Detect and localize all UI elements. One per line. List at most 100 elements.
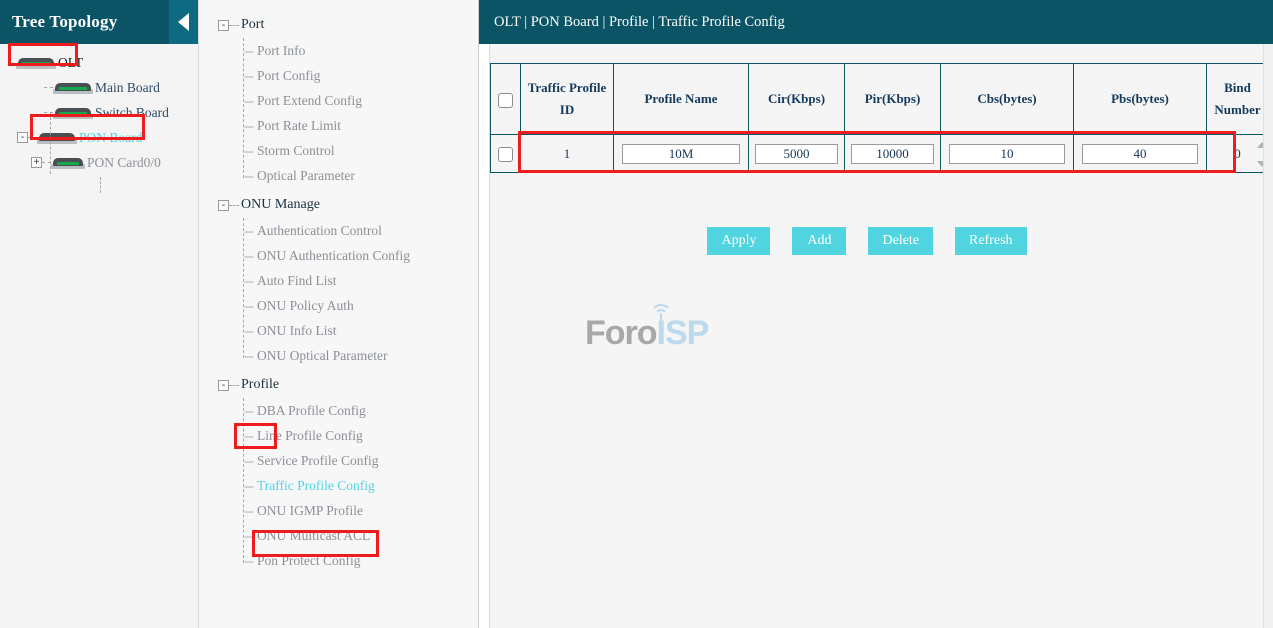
menu-item-label[interactable]: Line Profile Config xyxy=(257,428,363,444)
select-all-checkbox[interactable] xyxy=(498,93,513,108)
menu-item-pon-protect-config[interactable]: --- Pon Protect Config xyxy=(199,548,478,573)
menu-item-label[interactable]: Port Rate Limit xyxy=(257,118,341,134)
menu-item-onu-authentication-config[interactable]: --- ONU Authentication Config xyxy=(199,243,478,268)
menu-group-onu-manage: - ONU Manage --- Authentication Control … xyxy=(199,192,478,368)
tree-node-pon-board[interactable]: - PON Board xyxy=(0,125,198,150)
table-header-traffic-profile-id: Traffic Profile ID xyxy=(521,64,614,135)
menu-item-authentication-control[interactable]: --- Authentication Control xyxy=(199,218,478,243)
cell-cir xyxy=(749,135,845,173)
menu-item-label[interactable]: ONU Optical Parameter xyxy=(257,348,387,364)
content-body: Traffic Profile ID Profile Name Cir(Kbps… xyxy=(489,44,1273,628)
menu-item-label[interactable]: DBA Profile Config xyxy=(257,403,366,419)
menu-item-label[interactable]: ONU Info List xyxy=(257,323,337,339)
menu-item-service-profile-config[interactable]: --- Service Profile Config xyxy=(199,448,478,473)
table-header-bind-number: Bind Number xyxy=(1207,64,1269,135)
tree-branch-dash xyxy=(44,112,53,113)
cell-traffic-profile-id: 1 xyxy=(521,135,614,173)
menu-item-label[interactable]: Port Extend Config xyxy=(257,93,362,109)
tree-node-label: OLT xyxy=(57,55,83,71)
menu-item-storm-control[interactable]: --- Storm Control xyxy=(199,138,478,163)
menu-group-header-profile[interactable]: - Profile xyxy=(199,372,478,398)
collapse-sidebar-button[interactable] xyxy=(169,0,198,44)
cir-input[interactable] xyxy=(755,144,839,164)
menu-item-label[interactable]: ONU Authentication Config xyxy=(257,248,410,264)
menu-leaf-dash: --- xyxy=(244,94,253,108)
menu-leaf-dash: --- xyxy=(244,119,253,133)
menu-item-label[interactable]: Service Profile Config xyxy=(257,453,378,469)
menu-item-label[interactable]: Storm Control xyxy=(257,143,335,159)
tree-branch-dash xyxy=(28,137,37,138)
menu-item-onu-igmp-profile[interactable]: --- ONU IGMP Profile xyxy=(199,498,478,523)
menu-item-label[interactable]: Authentication Control xyxy=(257,223,382,239)
menu-item-label[interactable]: Port Config xyxy=(257,68,320,84)
menu-toggle-minus-icon[interactable]: - xyxy=(218,200,229,211)
menu-toggle-minus-icon[interactable]: - xyxy=(218,20,229,31)
menu-item-port-rate-limit[interactable]: --- Port Rate Limit xyxy=(199,113,478,138)
row-select-cell xyxy=(491,135,521,173)
pir-input[interactable] xyxy=(851,144,935,164)
menu-item-line-profile-config[interactable]: --- Line Profile Config xyxy=(199,423,478,448)
menu-leaf-dash: --- xyxy=(244,504,253,518)
menu-group-label: Port xyxy=(239,17,264,33)
menu-group-header-onu-manage[interactable]: - ONU Manage xyxy=(199,192,478,218)
tree-toggle-plus-icon[interactable]: + xyxy=(31,157,42,168)
menu-item-label[interactable]: Optical Parameter xyxy=(257,168,355,184)
breadcrumb-header: OLT | PON Board | Profile | Traffic Prof… xyxy=(479,0,1273,44)
menu-leaf-dash: --- xyxy=(244,299,253,313)
menu-item-port-config[interactable]: --- Port Config xyxy=(199,63,478,88)
menu-item-optical-parameter[interactable]: --- Optical Parameter xyxy=(199,163,478,188)
tree-connector-line xyxy=(100,177,101,193)
menu-leaf-dash: --- xyxy=(244,324,253,338)
menu-branch-dash xyxy=(229,25,239,26)
row-checkbox[interactable] xyxy=(498,147,513,162)
tree-node-switch-board[interactable]: Switch Board xyxy=(0,100,198,125)
menu-toggle-minus-icon[interactable]: - xyxy=(218,380,229,391)
menu-group-profile: - Profile --- DBA Profile Config --- Lin… xyxy=(199,372,478,573)
tree-node-pon-card[interactable]: + PON Card0/0 xyxy=(0,150,198,175)
device-board-icon xyxy=(16,56,56,69)
watermark-foro: Foro xyxy=(585,314,657,352)
menu-item-auto-find-list[interactable]: --- Auto Find List xyxy=(199,268,478,293)
table-header-row: Traffic Profile ID Profile Name Cir(Kbps… xyxy=(491,64,1269,135)
cbs-input[interactable] xyxy=(949,144,1065,164)
table-header-pbs: Pbs(bytes) xyxy=(1074,64,1207,135)
menu-item-label[interactable]: Port Info xyxy=(257,43,305,59)
menu-leaf-dash: --- xyxy=(244,69,253,83)
menu-item-traffic-profile-config[interactable]: --- Traffic Profile Config xyxy=(199,473,478,498)
tree-node-label: Switch Board xyxy=(94,105,169,121)
menu-item-label[interactable]: ONU IGMP Profile xyxy=(257,503,363,519)
menu-item-label[interactable]: Auto Find List xyxy=(257,273,337,289)
tree-topology-panel: Tree Topology OLT Main Bo xyxy=(0,0,199,628)
page-scrollbar[interactable] xyxy=(1263,44,1273,628)
menu-group-label: ONU Manage xyxy=(239,197,320,213)
menu-item-onu-policy-auth[interactable]: --- ONU Policy Auth xyxy=(199,293,478,318)
menu-item-label[interactable]: ONU Policy Auth xyxy=(257,298,354,314)
apply-button[interactable]: Apply xyxy=(707,227,770,255)
add-button[interactable]: Add xyxy=(792,227,846,255)
table-header-profile-name: Profile Name xyxy=(614,64,749,135)
menu-item-dba-profile-config[interactable]: --- DBA Profile Config xyxy=(199,398,478,423)
profile-name-input[interactable] xyxy=(622,144,740,164)
menu-item-label[interactable]: ONU Multicast ACL xyxy=(257,528,370,544)
menu-item-onu-optical-parameter[interactable]: --- ONU Optical Parameter xyxy=(199,343,478,368)
menu-item-onu-info-list[interactable]: --- ONU Info List xyxy=(199,318,478,343)
tree-node-label: Main Board xyxy=(94,80,160,96)
menu-item-port-extend-config[interactable]: --- Port Extend Config xyxy=(199,88,478,113)
table-row: 1 xyxy=(491,135,1269,173)
menu-item-label[interactable]: Pon Protect Config xyxy=(257,553,361,569)
menu-group-header-port[interactable]: - Port xyxy=(199,12,478,38)
tree-toggle-minus-icon[interactable]: - xyxy=(17,132,28,143)
application-window: Tree Topology OLT Main Bo xyxy=(0,0,1273,628)
refresh-button[interactable]: Refresh xyxy=(955,227,1027,255)
tree-node-main-board[interactable]: Main Board xyxy=(0,75,198,100)
pbs-input[interactable] xyxy=(1082,144,1198,164)
traffic-profile-table: Traffic Profile ID Profile Name Cir(Kbps… xyxy=(490,63,1269,173)
menu-item-label[interactable]: Traffic Profile Config xyxy=(257,478,375,494)
table-header-select xyxy=(491,64,521,135)
tree-branch-dash xyxy=(44,87,53,88)
menu-item-port-info[interactable]: --- Port Info xyxy=(199,38,478,63)
menu-branch-dash xyxy=(229,205,239,206)
tree-node-olt[interactable]: OLT xyxy=(0,50,198,75)
delete-button[interactable]: Delete xyxy=(868,227,933,255)
menu-item-onu-multicast-acl[interactable]: --- ONU Multicast ACL xyxy=(199,523,478,548)
